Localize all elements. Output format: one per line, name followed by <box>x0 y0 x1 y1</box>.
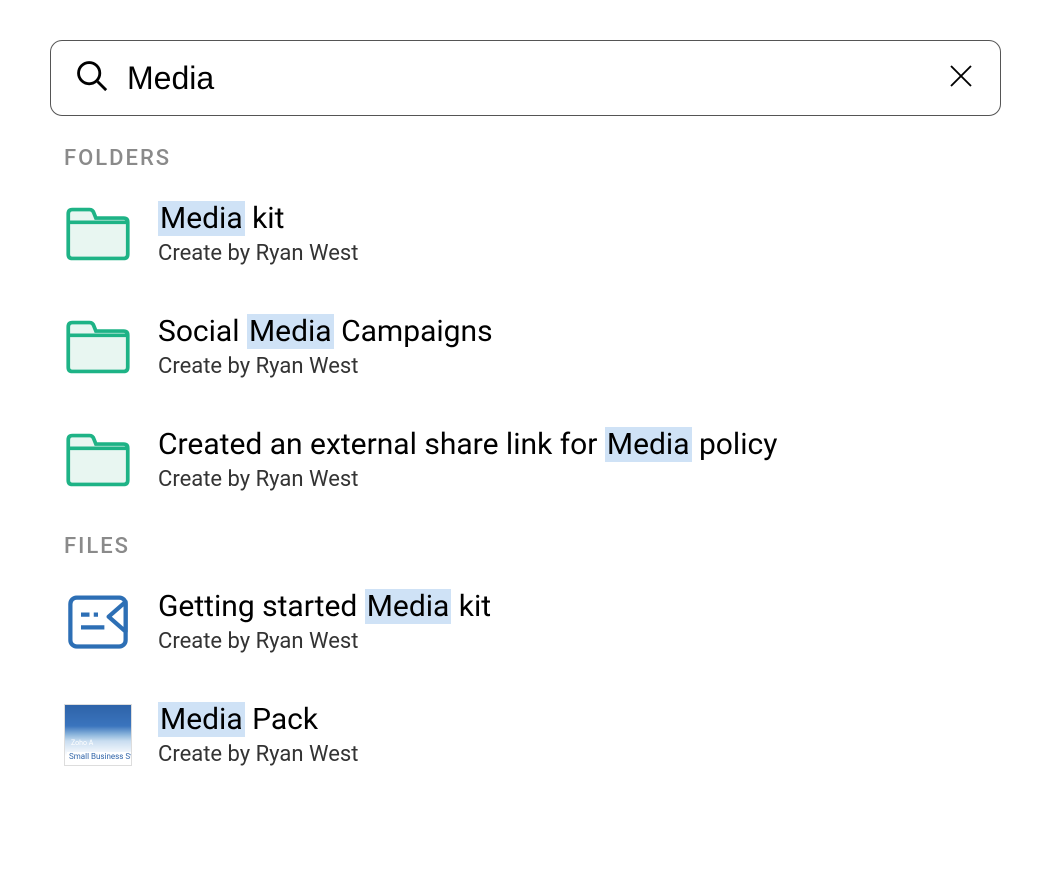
file-result-item[interactable]: Zoho ASmall Business St Media Pack Create … <box>50 690 1001 779</box>
file-result-item[interactable]: Getting started Media kit Create by Ryan … <box>50 577 1001 666</box>
clear-search-button[interactable] <box>946 61 976 95</box>
search-bar <box>50 40 1001 116</box>
section-header-files: FILES <box>64 534 1001 559</box>
file-thumbnail: Zoho ASmall Business St <box>64 704 132 766</box>
folder-result-item[interactable]: Created an external share link for Media… <box>50 415 1001 504</box>
result-subtitle: Create by Ryan West <box>158 629 491 654</box>
result-title: Media Pack <box>158 702 358 738</box>
result-title: Social Media Campaigns <box>158 314 493 350</box>
result-subtitle: Create by Ryan West <box>158 467 777 492</box>
folder-result-item[interactable]: Social Media Campaigns Create by Ryan Wes… <box>50 302 1001 391</box>
result-title: Getting started Media kit <box>158 589 491 625</box>
folder-icon <box>64 316 132 378</box>
folder-icon <box>64 429 132 491</box>
document-icon <box>64 591 132 653</box>
result-title: Created an external share link for Media… <box>158 427 777 463</box>
result-title: Media kit <box>158 201 358 237</box>
result-subtitle: Create by Ryan West <box>158 742 358 767</box>
result-subtitle: Create by Ryan West <box>158 241 358 266</box>
search-icon <box>75 59 109 97</box>
search-input[interactable] <box>127 60 946 97</box>
result-subtitle: Create by Ryan West <box>158 354 493 379</box>
folder-icon <box>64 203 132 265</box>
folder-result-item[interactable]: Media kit Create by Ryan West <box>50 189 1001 278</box>
section-header-folders: FOLDERS <box>64 146 1001 171</box>
